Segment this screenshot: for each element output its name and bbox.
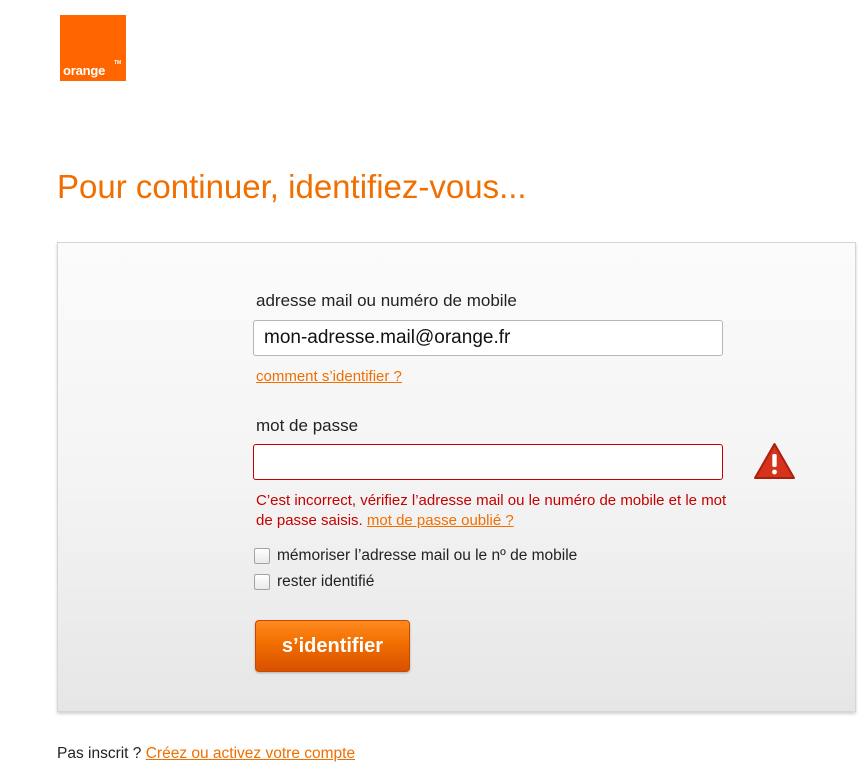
remember-id-row[interactable]: mémoriser l’adresse mail ou le nº de mob… bbox=[254, 547, 577, 565]
stay-logged-in-row[interactable]: rester identifié bbox=[254, 573, 374, 591]
signup-link[interactable]: Créez ou activez votre compte bbox=[146, 745, 355, 762]
logo-trademark: TM bbox=[114, 60, 122, 66]
orange-logo[interactable]: orange TM bbox=[60, 15, 126, 81]
page-title: Pour continuer, identifiez-vous... bbox=[57, 168, 527, 205]
login-submit-button[interactable]: s’identifier bbox=[255, 620, 410, 672]
password-field-label: mot de passe bbox=[256, 416, 359, 435]
stay-logged-in-label[interactable]: rester identifié bbox=[277, 573, 374, 591]
login-error-message: C’est incorrect, vérifiez l’adresse mail… bbox=[256, 491, 736, 531]
signup-footer: Pas inscrit ? Créez ou activez votre com… bbox=[57, 745, 355, 763]
warning-triangle-icon bbox=[754, 443, 795, 479]
help-link[interactable]: comment s’identifier ? bbox=[256, 368, 402, 385]
password-input[interactable] bbox=[253, 444, 723, 480]
stay-logged-in-checkbox[interactable] bbox=[254, 574, 270, 590]
signup-prompt: Pas inscrit ? bbox=[57, 745, 142, 762]
remember-id-label[interactable]: mémoriser l’adresse mail ou le nº de mob… bbox=[277, 547, 577, 565]
id-input[interactable] bbox=[253, 320, 723, 356]
id-field-label: adresse mail ou numéro de mobile bbox=[256, 291, 517, 310]
forgot-password-link[interactable]: mot de passe oublié ? bbox=[367, 512, 514, 529]
remember-id-checkbox[interactable] bbox=[254, 548, 270, 564]
logo-text: orange bbox=[63, 63, 106, 78]
login-panel: adresse mail ou numéro de mobile comment… bbox=[57, 242, 856, 712]
